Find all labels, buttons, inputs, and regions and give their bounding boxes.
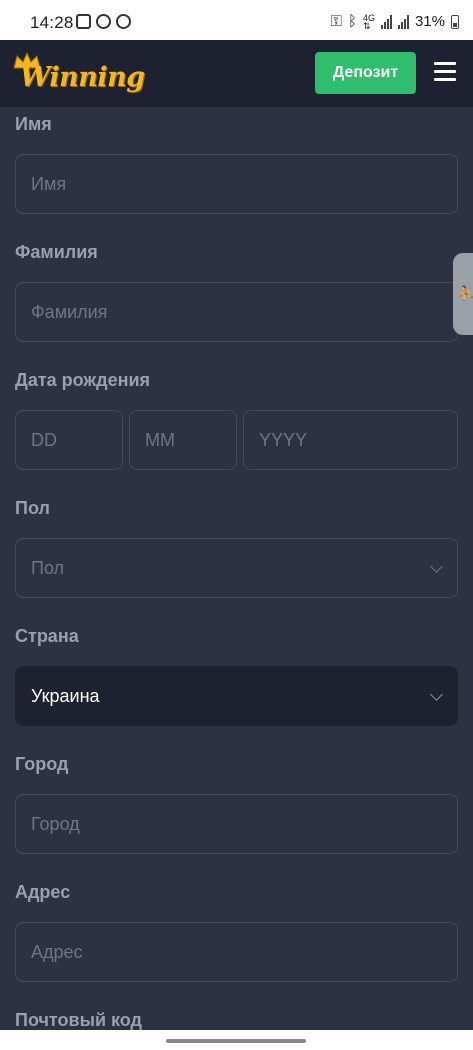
birth-month-input[interactable]: MM — [129, 410, 237, 470]
viber-icon — [96, 14, 111, 29]
key-icon: ⚿ — [330, 13, 342, 30]
home-gesture-handle[interactable] — [166, 1039, 306, 1043]
postal-code-label: Почтовый код — [15, 1010, 142, 1030]
battery-percent: 31% — [414, 13, 445, 30]
address-label: Адрес — [15, 882, 71, 902]
hamburger-icon[interactable] — [434, 62, 456, 82]
status-time: 14:28 — [30, 13, 74, 32]
city-input[interactable]: Город — [15, 794, 458, 854]
birth-day-input[interactable]: DD — [15, 410, 123, 470]
4g-icon: 4G ⇅ — [362, 12, 375, 31]
accessibility-button[interactable]: ⛹ — [453, 253, 473, 335]
winning-logo[interactable]: Winning — [12, 52, 145, 100]
gender-select-value: Пол — [31, 557, 65, 578]
first-name-input[interactable]: Имя — [15, 154, 458, 214]
logo-text: Winning — [20, 62, 145, 93]
country-select-value: Украина — [31, 685, 100, 706]
bluetooth-icon: ᛒ — [347, 13, 357, 30]
gender-select[interactable]: Пол — [15, 538, 458, 598]
chevron-down-icon — [430, 560, 443, 573]
last-name-input[interactable]: Фамилия — [15, 282, 458, 342]
last-name-label: Фамилия — [15, 242, 98, 262]
deposit-button[interactable]: Депозит — [315, 52, 416, 94]
chevron-down-icon — [430, 688, 443, 701]
gallery-icon — [76, 14, 91, 29]
birth-year-input[interactable]: YYYY — [243, 410, 458, 470]
accessibility-icon: ⛹ — [457, 285, 473, 301]
country-label: Страна — [15, 626, 79, 646]
city-label: Город — [15, 754, 69, 774]
lock-app-icon — [116, 14, 131, 29]
birth-date-label: Дата рождения — [15, 370, 151, 390]
signal-icon — [380, 14, 392, 29]
first-name-label: Имя — [15, 114, 52, 134]
app-header: Winning Депозит — [0, 40, 473, 107]
notification-icons — [76, 14, 131, 29]
system-icons: ⚿ ᛒ 4G ⇅ 31% — [331, 13, 459, 30]
gender-label: Пол — [15, 498, 50, 518]
battery-icon — [451, 14, 459, 29]
address-input[interactable]: Адрес — [15, 922, 458, 982]
country-select[interactable]: Украина — [15, 666, 458, 726]
signal-icon — [397, 14, 409, 29]
status-bar: 14:28 ⚿ ᛒ 4G ⇅ 31% — [0, 0, 473, 40]
system-nav-bar — [0, 1030, 473, 1050]
